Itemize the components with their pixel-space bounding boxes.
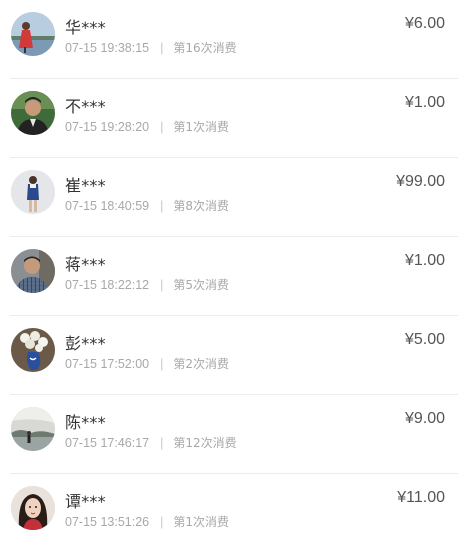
visit-count: 第1次消费 <box>173 515 229 529</box>
amount: ¥1.00 <box>404 94 445 111</box>
record-meta: 07-15 18:22:12 | 第5次消费 <box>65 276 229 293</box>
avatar[interactable] <box>11 328 55 372</box>
avatar[interactable] <box>11 486 55 530</box>
visit-count: 第8次消费 <box>173 199 229 213</box>
avatar[interactable] <box>11 12 55 56</box>
record-time: 07-15 18:40:59 <box>65 199 150 213</box>
visit-count: 第16次消费 <box>173 41 237 55</box>
amount: ¥9.00 <box>404 410 445 427</box>
record-time: 07-15 17:46:17 <box>65 436 150 450</box>
visit-count: 第12次消费 <box>173 436 237 450</box>
amount: ¥1.00 <box>404 252 445 269</box>
record-meta: 07-15 17:46:17 | 第12次消费 <box>65 434 237 451</box>
record-meta: 07-15 13:51:26 | 第1次消费 <box>65 513 229 530</box>
avatar[interactable] <box>11 91 55 135</box>
customer-name: 陈*** <box>65 413 106 432</box>
meta-separator: | <box>160 515 164 529</box>
list-item[interactable]: 不*** 07-15 19:28:20 | 第1次消费 ¥1.00 <box>0 79 458 158</box>
record-time: 07-15 18:22:12 <box>65 278 150 292</box>
amount: ¥5.00 <box>404 331 445 348</box>
amount: ¥99.00 <box>396 173 445 190</box>
record-time: 07-15 19:28:20 <box>65 120 150 134</box>
record-meta: 07-15 17:52:00 | 第2次消费 <box>65 355 229 372</box>
amount: ¥11.00 <box>397 489 445 506</box>
avatar[interactable] <box>11 249 55 293</box>
record-time: 07-15 17:52:00 <box>65 357 150 371</box>
list-item[interactable]: 华*** 07-15 19:38:15 | 第16次消费 ¥6.00 <box>0 0 458 79</box>
meta-separator: | <box>160 436 164 450</box>
visit-count: 第2次消费 <box>173 357 229 371</box>
list-item[interactable]: 谭*** 07-15 13:51:26 | 第1次消费 ¥11.00 <box>0 474 458 538</box>
record-time: 07-15 19:38:15 <box>65 41 150 55</box>
visit-count: 第1次消费 <box>173 120 229 134</box>
customer-name: 华*** <box>65 18 106 37</box>
meta-separator: | <box>160 199 164 213</box>
meta-separator: | <box>160 120 164 134</box>
customer-name: 崔*** <box>65 176 106 195</box>
meta-separator: | <box>160 278 164 292</box>
customer-name: 蒋*** <box>65 255 106 274</box>
visit-count: 第5次消费 <box>173 278 229 292</box>
customer-name: 谭*** <box>65 492 106 511</box>
amount: ¥6.00 <box>404 15 445 32</box>
list-item[interactable]: 蒋*** 07-15 18:22:12 | 第5次消费 ¥1.00 <box>0 237 458 316</box>
consumption-record-list: 华*** 07-15 19:38:15 | 第16次消费 ¥6.00 不*** 07… <box>0 0 458 538</box>
list-item[interactable]: 陈*** 07-15 17:46:17 | 第12次消费 ¥9.00 <box>0 395 458 474</box>
list-item[interactable]: 彭*** 07-15 17:52:00 | 第2次消费 ¥5.00 <box>0 316 458 395</box>
meta-separator: | <box>160 357 164 371</box>
meta-separator: | <box>160 41 164 55</box>
list-item[interactable]: 崔*** 07-15 18:40:59 | 第8次消费 ¥99.00 <box>0 158 458 237</box>
customer-name: 不*** <box>65 97 106 116</box>
record-meta: 07-15 18:40:59 | 第8次消费 <box>65 197 229 214</box>
record-meta: 07-15 19:38:15 | 第16次消费 <box>65 39 237 56</box>
record-time: 07-15 13:51:26 <box>65 515 150 529</box>
avatar[interactable] <box>11 170 55 214</box>
customer-name: 彭*** <box>65 334 106 353</box>
avatar[interactable] <box>11 407 55 451</box>
record-meta: 07-15 19:28:20 | 第1次消费 <box>65 118 229 135</box>
